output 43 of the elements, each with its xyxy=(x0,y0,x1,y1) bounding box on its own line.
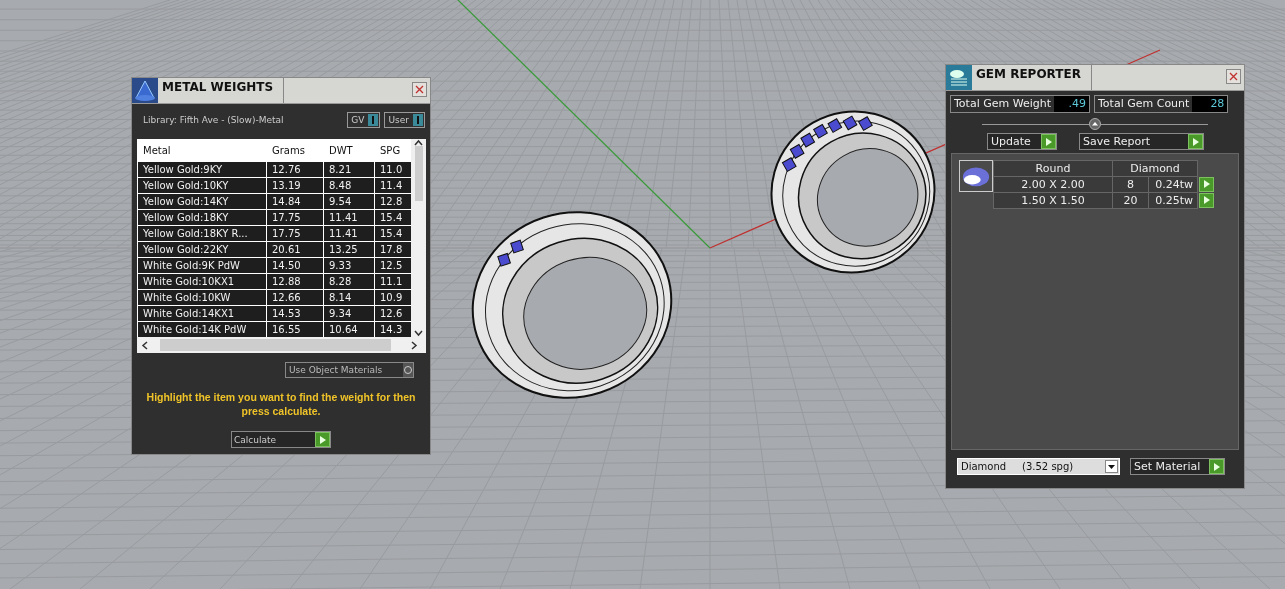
horizontal-scrollbar[interactable] xyxy=(137,337,426,353)
set-material-button[interactable]: Set Material xyxy=(1130,458,1225,475)
material-dropdown[interactable]: Diamond (3.52 spg) xyxy=(957,458,1120,475)
report-icon xyxy=(946,65,972,90)
up-chevron-icon xyxy=(414,139,423,146)
scrollbar-thumb[interactable] xyxy=(160,339,391,351)
play-icon xyxy=(1202,195,1211,206)
dropdown-caret-icon xyxy=(1108,464,1115,469)
table-header: Round xyxy=(993,160,1113,177)
close-button[interactable] xyxy=(1226,69,1241,84)
close-icon xyxy=(415,85,424,94)
play-icon xyxy=(1044,136,1053,147)
window-title: GEM REPORTER xyxy=(972,65,1092,90)
play-icon xyxy=(1212,461,1221,472)
update-button[interactable]: Update xyxy=(987,133,1057,150)
scale-icon xyxy=(132,78,158,103)
select-gems-button[interactable] xyxy=(1199,192,1215,208)
play-icon xyxy=(318,434,327,445)
library-label: Library: Fifth Ave - (Slow)-Metal xyxy=(143,115,285,125)
close-button[interactable] xyxy=(412,82,427,97)
save-report-button[interactable]: Save Report xyxy=(1079,133,1204,150)
calculate-button[interactable]: Calculate xyxy=(231,431,331,448)
window-title: METAL WEIGHTS xyxy=(158,78,285,103)
total-value: 28 xyxy=(1192,96,1228,112)
close-icon xyxy=(1229,72,1238,81)
gem-icon xyxy=(959,160,993,192)
down-chevron-icon xyxy=(414,330,423,337)
collapse-button[interactable] xyxy=(1089,118,1101,130)
total-label: Total Gem Count xyxy=(1095,96,1193,112)
scrollbar-thumb[interactable] xyxy=(414,146,423,201)
vertical-scrollbar[interactable] xyxy=(411,139,426,337)
total-label: Total Gem Weight xyxy=(951,96,1054,112)
right-chevron-icon xyxy=(411,340,418,350)
toggle[interactable]: User xyxy=(384,112,425,128)
play-icon xyxy=(1202,179,1211,190)
total-value: .49 xyxy=(1054,96,1089,112)
left-chevron-icon xyxy=(141,340,148,350)
select-gems-button[interactable] xyxy=(1199,176,1214,192)
play-icon xyxy=(1191,136,1200,147)
toggle[interactable]: GV xyxy=(347,112,381,128)
table-header: Diamond xyxy=(1112,160,1198,177)
use-object-materials-toggle[interactable]: Use Object Materials xyxy=(285,362,414,378)
instruction-text: Highlight the item you want to find the weight for then press calculate. xyxy=(145,390,417,418)
